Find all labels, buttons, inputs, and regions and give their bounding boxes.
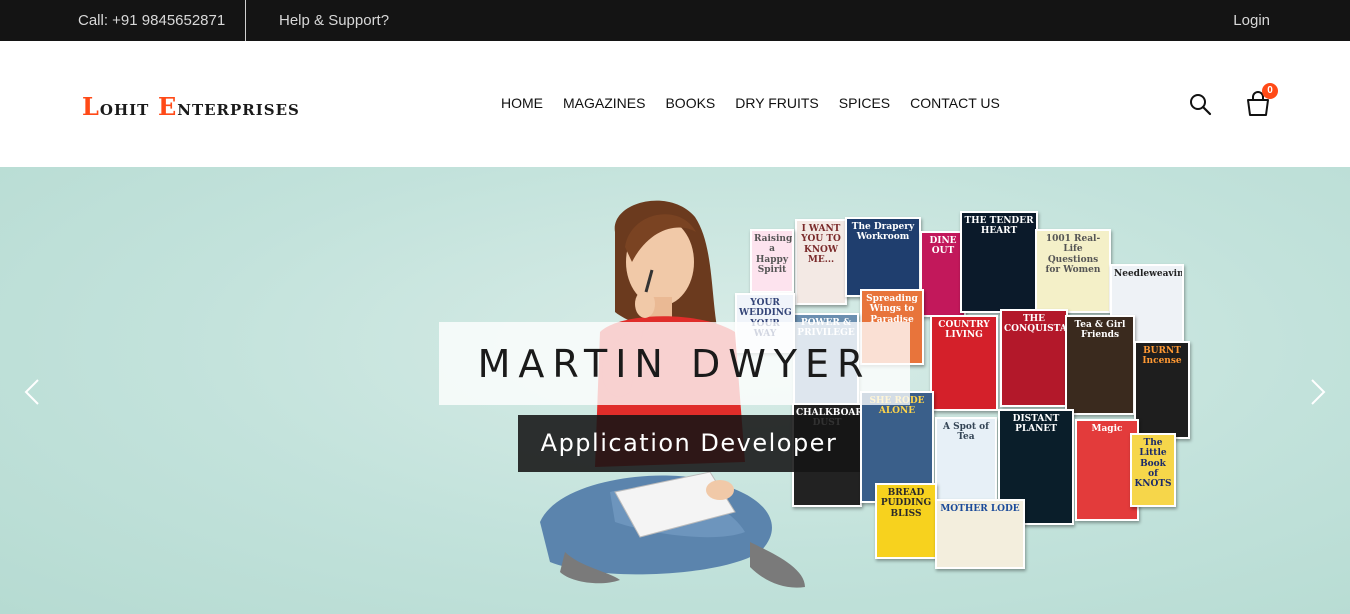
chevron-left-icon[interactable] [22, 377, 42, 407]
chevron-right-icon[interactable] [1308, 377, 1328, 407]
nav-contact-us[interactable]: CONTACT US [910, 95, 1000, 111]
site-logo[interactable]: Lohit Enterprises [82, 92, 300, 121]
top-bar: Call: +91 9845652871 Help & Support? Log… [0, 0, 1350, 41]
nav-dry-fruits[interactable]: DRY FRUITS [735, 95, 819, 111]
help-support-link[interactable]: Help & Support? [279, 12, 389, 29]
book-cover: A Spot of Tea [935, 417, 997, 509]
logo-word-2: nterprises [177, 95, 300, 121]
book-cover: THE TENDER HEART [960, 211, 1038, 313]
hero-slider: I WANT YOU TO KNOW ME... The Drapery Work… [0, 167, 1350, 614]
cart-count-badge: 0 [1262, 83, 1278, 99]
book-cover: 1001 Real-Life Questions for Women [1035, 229, 1111, 313]
search-icon[interactable] [1188, 92, 1212, 116]
main-nav: HOME MAGAZINES BOOKS DRY FRUITS SPICES C… [501, 95, 1000, 111]
hero-title: MARTIN DWYER [477, 342, 872, 386]
book-cover: COUNTRY LIVING [930, 315, 998, 411]
call-link[interactable]: Call: +91 9845652871 [78, 12, 225, 29]
hero-subtitle-box: Application Developer [518, 415, 860, 472]
book-cover: BREAD PUDDING BLISS [875, 483, 937, 559]
nav-spices[interactable]: SPICES [839, 95, 890, 111]
book-cover: The Little Book of KNOTS [1130, 433, 1176, 507]
logo-initial-e: E [157, 92, 178, 121]
site-header: Lohit Enterprises HOME MAGAZINES BOOKS D… [0, 41, 1350, 167]
nav-books[interactable]: BOOKS [665, 95, 715, 111]
nav-magazines[interactable]: MAGAZINES [563, 95, 645, 111]
logo-word-1: ohit [99, 95, 158, 121]
hero-subtitle: Application Developer [540, 429, 838, 457]
topbar-divider [245, 0, 246, 41]
hero-title-box: MARTIN DWYER [439, 322, 910, 405]
book-cover: THE CONQUISTADORS [1000, 309, 1068, 407]
nav-home[interactable]: HOME [501, 95, 543, 111]
logo-initial-l: L [82, 92, 100, 121]
book-cover: The Drapery Workroom [845, 217, 921, 297]
book-cover: Tea & Girl Friends [1065, 315, 1135, 415]
book-cover: MOTHER LODE [935, 499, 1025, 569]
book-cover: BURNT Incense [1134, 341, 1190, 439]
login-link[interactable]: Login [1233, 12, 1270, 29]
